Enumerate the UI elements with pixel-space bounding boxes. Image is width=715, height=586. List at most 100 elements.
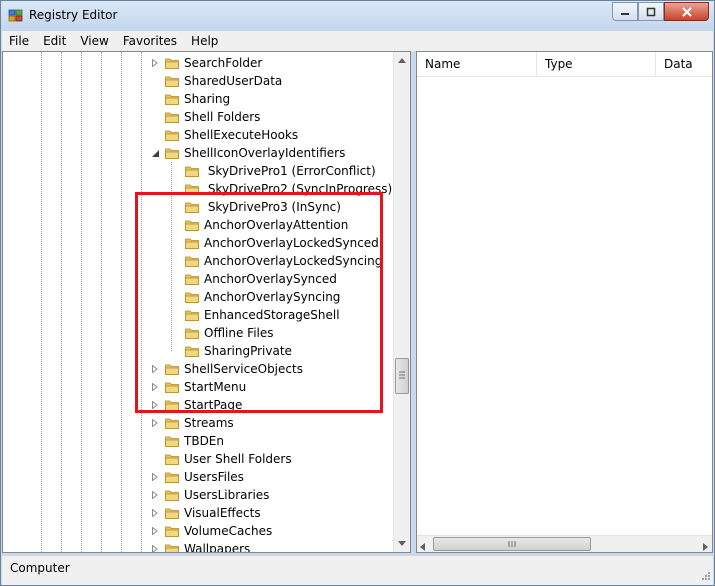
column-data[interactable]: Data — [656, 52, 712, 77]
tree-item-label: Offline Files — [204, 326, 274, 340]
tree-item[interactable]: AnchorOverlayLockedSyncing — [170, 252, 382, 270]
collapse-arrow-icon[interactable] — [150, 144, 160, 162]
tree-item[interactable]: AnchorOverlaySyncing — [170, 288, 340, 306]
expand-arrow-icon[interactable] — [150, 522, 160, 540]
tree-item[interactable]: AnchorOverlayAttention — [170, 216, 348, 234]
tree-item[interactable]: ShellExecuteHooks — [150, 126, 298, 144]
expand-arrow-icon[interactable] — [150, 486, 160, 504]
tree-item-label: EnhancedStorageShell — [204, 308, 340, 322]
folder-icon — [185, 201, 199, 213]
horizontal-scrollbar-thumb[interactable] — [433, 537, 591, 551]
tree-item[interactable]: SkyDrivePro2 (SyncInProgress) — [170, 180, 392, 198]
column-type[interactable]: Type — [537, 52, 656, 77]
folder-icon — [165, 435, 179, 447]
list-horizontal-scrollbar[interactable] — [417, 535, 712, 552]
folder-icon — [185, 273, 199, 285]
tree-item[interactable]: AnchorOverlaySynced — [170, 270, 337, 288]
tree-guide-line — [141, 52, 142, 552]
tree-item-label: UsersLibraries — [184, 488, 270, 502]
tree-item[interactable]: TBDEn — [150, 432, 224, 450]
resize-grip-icon[interactable] — [699, 571, 711, 583]
tree-item-label: Streams — [184, 416, 234, 430]
tree-item-label: Wallpapers — [184, 542, 251, 553]
scroll-left-arrow-icon[interactable] — [420, 540, 425, 552]
folder-icon — [165, 93, 179, 105]
folder-icon — [165, 417, 179, 429]
title-bar[interactable]: Registry Editor — [1, 1, 714, 31]
tree-item[interactable]: StartPage — [150, 396, 242, 414]
expand-arrow-icon[interactable] — [150, 54, 160, 72]
folder-icon — [165, 57, 179, 69]
tree-item[interactable]: SearchFolder — [150, 54, 262, 72]
folder-icon — [185, 327, 199, 339]
tree-item[interactable]: ShellIconOverlayIdentifiers — [150, 144, 345, 162]
folder-icon — [165, 363, 179, 375]
tree-item-label: SharedUserData — [184, 74, 283, 88]
registry-tree[interactable]: SearchFolder SharedUserData Sharing Shell F… — [2, 51, 411, 553]
close-button[interactable] — [664, 2, 709, 21]
tree-item[interactable]: SkyDrivePro3 (InSync) — [170, 198, 341, 216]
tree-vertical-scrollbar[interactable] — [393, 52, 410, 552]
tree-item[interactable]: User Shell Folders — [150, 450, 292, 468]
expand-arrow-icon[interactable] — [150, 396, 160, 414]
scroll-down-arrow-icon[interactable] — [394, 535, 410, 552]
menu-help[interactable]: Help — [184, 34, 225, 48]
tree-item[interactable]: Shell Folders — [150, 108, 260, 126]
tree-item-label: SearchFolder — [184, 56, 263, 70]
tree-item-label: AnchorOverlayLockedSynced — [204, 236, 379, 250]
tree-item-label: StartPage — [184, 398, 243, 412]
expand-arrow-icon[interactable] — [150, 414, 160, 432]
tree-item[interactable]: StartMenu — [150, 378, 246, 396]
expand-arrow-icon[interactable] — [150, 378, 160, 396]
tree-item-label: ShellServiceObjects — [184, 362, 303, 376]
menu-edit[interactable]: Edit — [36, 34, 73, 48]
tree-item[interactable]: Offline Files — [170, 324, 274, 342]
tree-item-label: AnchorOverlayLockedSyncing — [204, 254, 383, 268]
menu-favorites[interactable]: Favorites — [116, 34, 184, 48]
registry-icon — [8, 8, 24, 24]
scroll-right-arrow-icon[interactable] — [703, 540, 708, 552]
tree-item-label: Sharing — [184, 92, 231, 106]
tree-item[interactable]: AnchorOverlayLockedSynced — [170, 234, 379, 252]
tree-item[interactable]: Wallpapers — [150, 540, 251, 553]
folder-icon — [165, 129, 179, 141]
window-title: Registry Editor — [29, 8, 118, 22]
registry-editor-window: Registry Editor File Edit View Favorites… — [0, 0, 715, 586]
menu-view[interactable]: View — [73, 34, 115, 48]
tree-item[interactable]: EnhancedStorageShell — [170, 306, 340, 324]
tree-item[interactable]: Streams — [150, 414, 234, 432]
minimize-button[interactable] — [612, 2, 638, 21]
column-name[interactable]: Name — [417, 52, 537, 77]
scroll-up-arrow-icon[interactable] — [394, 52, 410, 69]
tree-item[interactable]: VisualEffects — [150, 504, 261, 522]
tree-item[interactable]: SharingPrivate — [170, 342, 292, 360]
expand-arrow-icon[interactable] — [150, 540, 160, 552]
menu-file[interactable]: File — [2, 34, 36, 48]
tree-item-label: VolumeCaches — [184, 524, 273, 538]
expand-arrow-icon[interactable] — [150, 360, 160, 378]
folder-icon — [165, 525, 179, 537]
tree-item-label: ShellExecuteHooks — [184, 128, 299, 142]
tree-item-label: SkyDrivePro2 (SyncInProgress) — [204, 182, 393, 196]
tree-guide-line — [61, 52, 62, 552]
maximize-button[interactable] — [638, 2, 664, 21]
tree-item[interactable]: Sharing — [150, 90, 230, 108]
tree-item[interactable]: UsersFiles — [150, 468, 244, 486]
tree-item-label: ShellIconOverlayIdentifiers — [184, 146, 346, 160]
tree-item[interactable]: UsersLibraries — [150, 486, 269, 504]
scrollbar-thumb[interactable] — [395, 358, 409, 394]
tree-guide-line — [101, 52, 102, 552]
tree-item-label: AnchorOverlayAttention — [204, 218, 349, 232]
tree-item-label: Shell Folders — [184, 110, 261, 124]
status-bar: Computer — [2, 555, 713, 585]
values-list[interactable]: Name Type Data — [416, 51, 713, 553]
folder-icon — [185, 291, 199, 303]
tree-item[interactable]: ShellServiceObjects — [150, 360, 303, 378]
folder-icon — [165, 399, 179, 411]
tree-item[interactable]: SkyDrivePro1 (ErrorConflict) — [170, 162, 376, 180]
tree-item-label: AnchorOverlaySyncing — [204, 290, 341, 304]
tree-item[interactable]: VolumeCaches — [150, 522, 272, 540]
tree-item[interactable]: SharedUserData — [150, 72, 282, 90]
expand-arrow-icon[interactable] — [150, 468, 160, 486]
expand-arrow-icon[interactable] — [150, 504, 160, 522]
